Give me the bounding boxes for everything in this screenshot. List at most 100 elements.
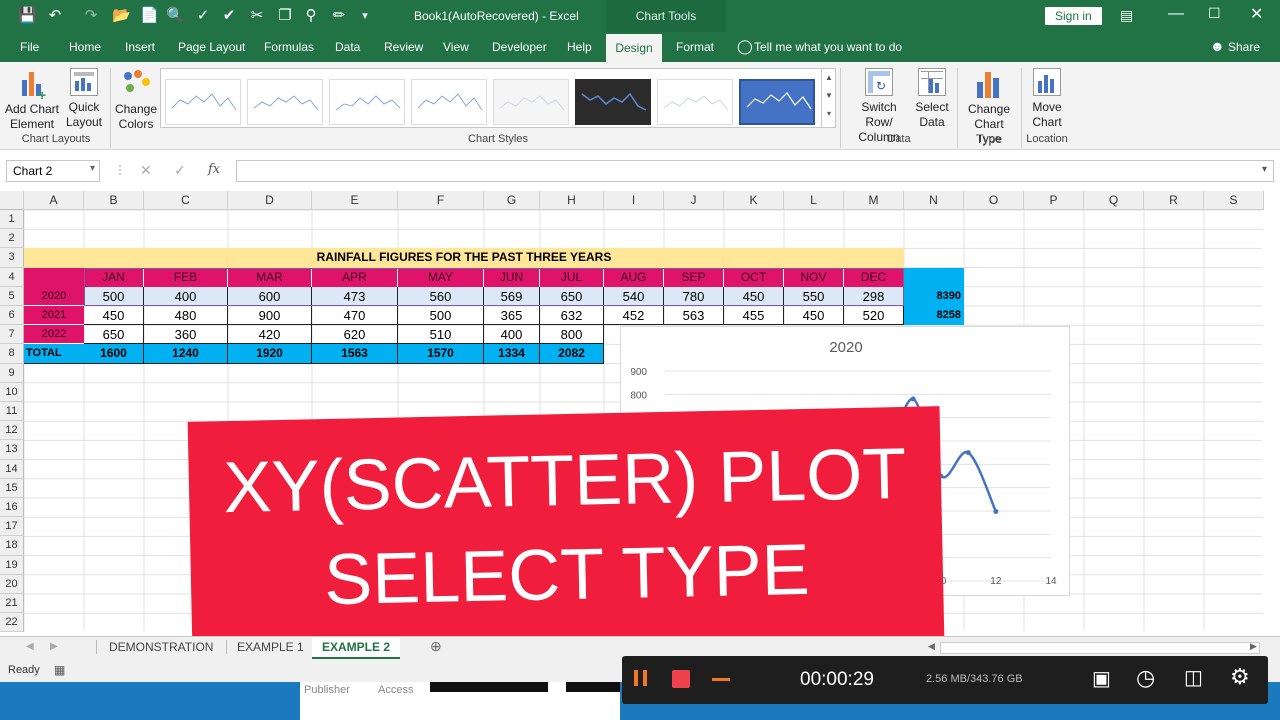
- spelling-icon[interactable]: ✓: [194, 8, 212, 24]
- row-header-9[interactable]: 9: [0, 363, 24, 383]
- print-preview-icon[interactable]: 🔍: [166, 8, 185, 24]
- save-icon[interactable]: 💾: [18, 8, 37, 24]
- row-header-21[interactable]: 21: [0, 594, 24, 614]
- macro-record-icon[interactable]: ▦: [54, 663, 65, 677]
- row-header-18[interactable]: 18: [0, 536, 24, 556]
- row-header-7[interactable]: 7: [0, 325, 24, 345]
- minimize-icon[interactable]: —: [1168, 5, 1184, 23]
- taskbar-publisher[interactable]: Publisher: [304, 684, 350, 696]
- signin-button[interactable]: Sign in: [1045, 7, 1102, 25]
- find-icon[interactable]: ⚲: [302, 8, 320, 24]
- cancel-icon[interactable]: ✕: [140, 162, 152, 179]
- copy-icon[interactable]: ❐: [276, 8, 294, 24]
- row-header-4[interactable]: 4: [0, 267, 24, 287]
- row-header-19[interactable]: 19: [0, 555, 24, 575]
- tab-help[interactable]: Help: [567, 40, 592, 54]
- sheet-tab-example-2[interactable]: EXAMPLE 2: [312, 637, 401, 659]
- tab-insert[interactable]: Insert: [125, 40, 155, 54]
- camera-icon[interactable]: ▣: [1092, 666, 1111, 691]
- row-header-15[interactable]: 15: [0, 478, 24, 498]
- open-icon[interactable]: 📂: [112, 8, 131, 24]
- minimize-recorder-icon[interactable]: [712, 678, 730, 681]
- row-header-2[interactable]: 2: [0, 229, 24, 249]
- stop-icon[interactable]: [672, 670, 690, 688]
- row-header-13[interactable]: 13: [0, 440, 24, 460]
- row-header-10[interactable]: 10: [0, 382, 24, 402]
- customize-qat-icon[interactable]: ▾: [356, 8, 374, 24]
- tab-file[interactable]: File: [20, 40, 39, 54]
- row-header-17[interactable]: 17: [0, 517, 24, 537]
- maximize-icon[interactable]: ☐: [1208, 5, 1221, 22]
- change-colors-button[interactable]: Change Colors: [114, 66, 158, 132]
- chart-style-6[interactable]: [575, 79, 651, 125]
- row-header-1[interactable]: 1: [0, 210, 24, 230]
- tab-home[interactable]: Home: [69, 40, 101, 54]
- spelling-abc-icon[interactable]: ✔: [220, 8, 238, 24]
- tab-data[interactable]: Data: [335, 40, 360, 54]
- taskbar-access[interactable]: Access: [378, 684, 413, 696]
- expand-formula-icon[interactable]: ▾: [1262, 164, 1267, 175]
- enter-icon[interactable]: ✓: [174, 162, 186, 179]
- chart-title: 2020: [829, 339, 862, 356]
- row-header-16[interactable]: 16: [0, 498, 24, 518]
- undo-icon[interactable]: ↶: [46, 8, 64, 24]
- tab-formulas[interactable]: Formulas: [264, 40, 314, 54]
- chart-style-2[interactable]: [247, 79, 323, 125]
- schedule-icon[interactable]: ◷: [1136, 665, 1155, 691]
- row-header-14[interactable]: 14: [0, 459, 24, 479]
- quick-layout-button[interactable]: Quick Layout: [62, 66, 106, 130]
- toolbox-icon[interactable]: ◫: [1184, 665, 1203, 690]
- redo-icon[interactable]: ↷: [82, 8, 100, 24]
- tab-developer[interactable]: Developer: [492, 40, 547, 54]
- tab-review[interactable]: Review: [384, 40, 423, 54]
- chart-style-3[interactable]: [329, 79, 405, 125]
- data-cell: 650: [84, 325, 144, 345]
- share-button[interactable]: Share: [1228, 40, 1260, 54]
- tab-page-layout[interactable]: Page Layout: [178, 40, 245, 54]
- move-chart-label-2: Chart: [1032, 115, 1062, 129]
- row-header-22[interactable]: 22: [0, 613, 24, 633]
- pause-icon[interactable]: [634, 668, 650, 690]
- scroll-left-icon[interactable]: ◀: [928, 641, 935, 652]
- row-header-20[interactable]: 20: [0, 574, 24, 594]
- gallery-scroll[interactable]: ▲ ▼ ▾: [821, 69, 836, 127]
- move-chart-button[interactable]: Move Chart: [1024, 66, 1070, 130]
- chart-style-8[interactable]: [739, 79, 815, 125]
- tell-me-input[interactable]: Tell me what you want to do: [754, 40, 902, 54]
- sheet-tab-demonstration[interactable]: DEMONSTRATION: [96, 640, 225, 654]
- move-chart-icon: [1033, 68, 1061, 96]
- chart-style-5[interactable]: [493, 79, 569, 125]
- row-header-8[interactable]: 8: [0, 344, 24, 364]
- cut-icon[interactable]: ✂: [248, 8, 266, 24]
- data-cell: 500: [398, 306, 484, 326]
- add-sheet-icon[interactable]: ⊕: [430, 638, 442, 655]
- tab-view[interactable]: View: [443, 40, 469, 54]
- horizontal-scrollbar[interactable]: [940, 642, 1260, 654]
- overlay-line-2: SELECT TYPE: [323, 529, 811, 621]
- scroll-right-icon[interactable]: ▶: [1250, 641, 1257, 652]
- tab-format[interactable]: Format: [676, 40, 714, 54]
- row-header-6[interactable]: 6: [0, 306, 24, 326]
- tab-design[interactable]: Design: [606, 34, 662, 62]
- formula-input[interactable]: ▾: [236, 160, 1274, 182]
- chart-style-1[interactable]: [165, 79, 241, 125]
- close-icon[interactable]: ✕: [1250, 4, 1263, 24]
- row-header-3[interactable]: 3: [0, 248, 24, 268]
- prev-sheet-icon[interactable]: ◀: [26, 641, 34, 652]
- row-header-5[interactable]: 5: [0, 286, 24, 306]
- row-header-12[interactable]: 12: [0, 421, 24, 441]
- new-icon[interactable]: 📄: [140, 8, 159, 24]
- select-data-button[interactable]: Select Data: [912, 66, 952, 130]
- insert-function-icon[interactable]: fx: [208, 162, 220, 177]
- row-header-11[interactable]: 11: [0, 402, 24, 422]
- settings-gear-icon[interactable]: ⚙: [1230, 664, 1250, 690]
- next-sheet-icon[interactable]: ▶: [50, 641, 58, 652]
- chart-style-7[interactable]: [657, 79, 733, 125]
- totals-label: TOTAL: [24, 344, 84, 364]
- add-chart-element-button[interactable]: + Add Chart Element: [4, 66, 60, 132]
- sheet-tab-example-1[interactable]: EXAMPLE 1: [226, 640, 314, 654]
- chart-style-4[interactable]: [411, 79, 487, 125]
- name-box[interactable]: Chart 2 ▾: [6, 160, 100, 182]
- ribbon-display-icon[interactable]: ▤: [1120, 7, 1133, 24]
- more-icon[interactable]: ✏: [330, 8, 348, 24]
